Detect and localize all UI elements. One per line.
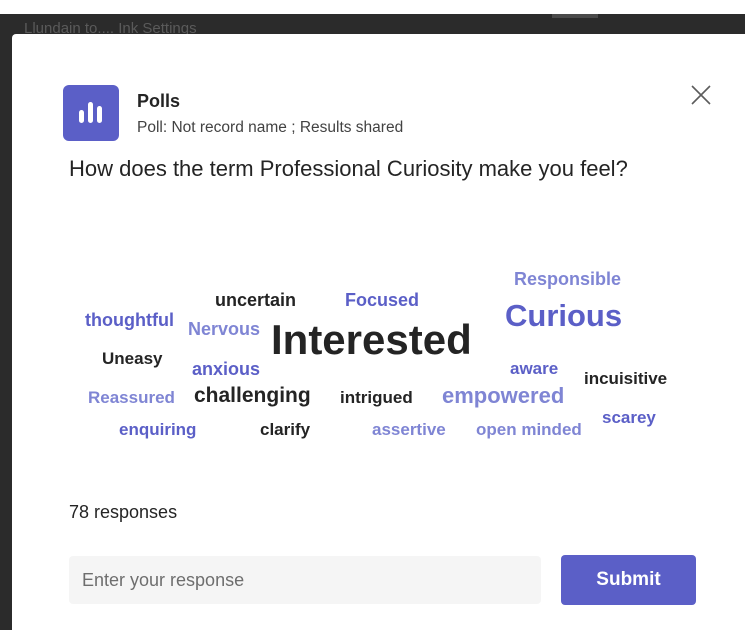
cloud-word: scarey xyxy=(602,408,656,427)
cloud-word: Nervous xyxy=(188,319,261,339)
cloud-word: challenging xyxy=(194,384,311,407)
cloud-word: enquiring xyxy=(119,420,197,439)
cloud-word: Curious xyxy=(505,298,623,333)
cloud-word: anxious xyxy=(192,359,261,379)
cloud-word: aware xyxy=(510,359,559,378)
background-left-edge xyxy=(0,42,12,630)
cloud-word: empowered xyxy=(442,383,565,408)
poll-dialog: Polls Poll: Not record name ; Results sh… xyxy=(12,34,745,630)
cloud-word: Uneasy xyxy=(102,349,163,368)
background-top xyxy=(0,0,745,14)
cloud-word: thoughtful xyxy=(85,310,174,330)
cloud-word: Responsible xyxy=(514,269,622,289)
cloud-word: clarify xyxy=(260,420,311,439)
submit-button[interactable]: Submit xyxy=(561,555,696,605)
word-cloud: Responsible uncertain Focused Curious th… xyxy=(12,34,745,504)
background-tab-indicator xyxy=(552,14,598,18)
cloud-word: intrigued xyxy=(340,388,413,407)
response-input[interactable] xyxy=(69,556,541,604)
cloud-word: Interested xyxy=(271,316,472,363)
cloud-word: uncertain xyxy=(215,290,297,310)
cloud-word: Focused xyxy=(345,290,420,310)
cloud-word: Reassured xyxy=(88,388,175,407)
cloud-word: open minded xyxy=(476,420,582,439)
cloud-word: incuisitive xyxy=(584,369,668,388)
cloud-word: assertive xyxy=(372,420,446,439)
response-count: 78 responses xyxy=(69,502,178,522)
